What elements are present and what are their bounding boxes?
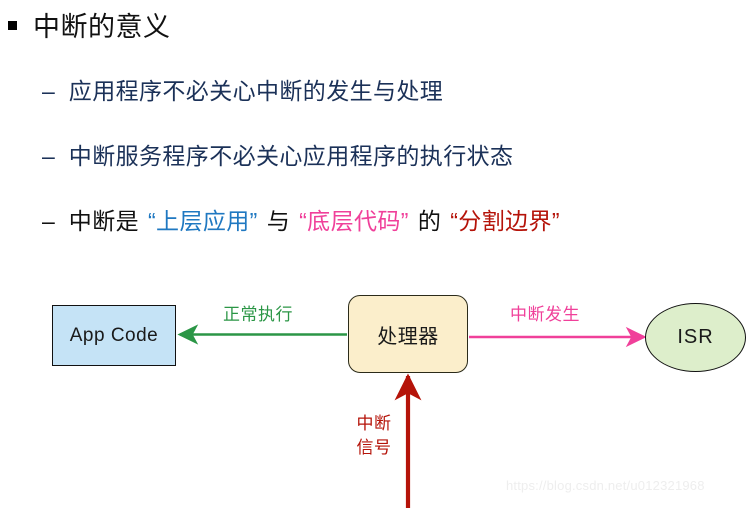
- slide-heading: 中断的意义: [8, 12, 171, 42]
- bullet-item-2: – 中断服务程序不必关心应用程序的执行状态: [42, 143, 513, 169]
- bullet-3-part-3: 的: [417, 208, 442, 234]
- bullet-text-2: 中断服务程序不必关心应用程序的执行状态: [68, 143, 514, 169]
- square-bullet-icon: [8, 21, 17, 30]
- node-processor-label: 处理器: [377, 325, 439, 348]
- node-app-code[interactable]: App Code: [52, 305, 176, 366]
- node-processor[interactable]: 处理器: [348, 295, 468, 373]
- arrow-label-interrupt-signal-line-1: 中断: [356, 414, 392, 433]
- node-isr-label: ISR: [677, 326, 714, 348]
- slide-canvas: 中断的意义 – 应用程序不必关心中断的发生与处理 – 中断服务程序不必关心应用程…: [0, 0, 755, 508]
- bullet-3-part-1: 中断是: [68, 208, 139, 234]
- bullet-item-3: – 中断是 “上层应用” 与 “底层代码” 的 “分割边界”: [42, 208, 560, 234]
- arrow-label-normal-execution: 正常执行: [223, 305, 293, 324]
- bullet-3-quote-upper-layer: “上层应用”: [148, 208, 258, 234]
- watermark-url: https://blog.csdn.net/u012321968: [506, 478, 705, 493]
- node-isr[interactable]: ISR: [645, 303, 746, 372]
- page-title: 中断的意义: [33, 12, 171, 42]
- bullet-text-1: 应用程序不必关心中断的发生与处理: [68, 78, 444, 104]
- node-app-code-label: App Code: [69, 324, 159, 346]
- bullet-item-1: – 应用程序不必关心中断的发生与处理: [42, 78, 443, 104]
- interrupt-flow-diagram: App Code 处理器 ISR 正常执行 中断发生 中断 信号: [0, 270, 755, 508]
- bullet-3-quote-lower-layer: “底层代码”: [299, 208, 409, 234]
- arrow-label-interrupt-signal: 中断 信号: [350, 412, 398, 460]
- bullet-dash-icon: –: [42, 208, 55, 234]
- arrow-label-interrupt-occurs: 中断发生: [510, 305, 580, 324]
- bullet-dash-icon: –: [42, 143, 55, 169]
- bullet-3-part-2: 与: [266, 208, 291, 234]
- bullet-3-quote-boundary: “分割边界”: [450, 208, 560, 234]
- bullet-dash-icon: –: [42, 78, 55, 104]
- arrow-label-interrupt-signal-line-2: 信号: [356, 438, 392, 457]
